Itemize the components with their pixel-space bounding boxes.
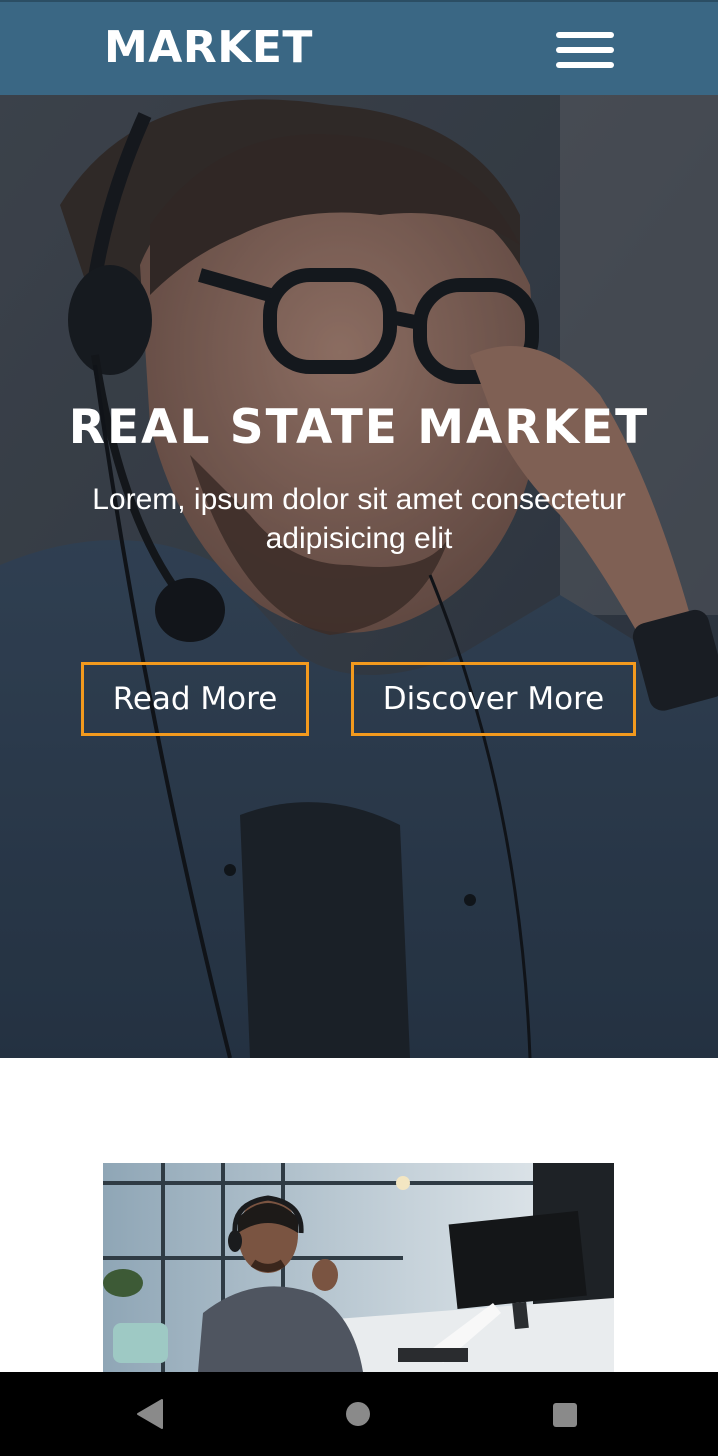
site-header: MARKET [0, 0, 718, 95]
app-root: MARKET REAL STATE MARKET Lorem, ipsum do… [0, 0, 718, 1456]
office-photo-illustration [103, 1163, 614, 1372]
hero-dark-overlay [0, 95, 718, 1058]
hero-title: REAL STATE MARKET [68, 400, 650, 455]
menu-bar-line [556, 32, 614, 38]
content-section [0, 1058, 718, 1372]
menu-bar-line [556, 47, 614, 53]
discover-more-button[interactable]: Discover More [351, 662, 636, 736]
hamburger-menu-icon[interactable] [556, 30, 614, 72]
read-more-button[interactable]: Read More [81, 662, 309, 736]
hero-section: REAL STATE MARKET Lorem, ipsum dolor sit… [0, 95, 718, 1058]
recent-apps-square-icon[interactable] [551, 1401, 579, 1429]
menu-bar-line [556, 62, 614, 68]
brand-logo-text[interactable]: MARKET [104, 18, 313, 78]
home-circle-icon[interactable] [344, 1400, 372, 1428]
office-call-center-photo [103, 1163, 614, 1372]
back-triangle-icon[interactable] [134, 1398, 166, 1430]
system-navigation-bar [0, 1372, 718, 1456]
hero-subtitle: Lorem, ipsum dolor sit amet consectetur … [92, 483, 626, 555]
